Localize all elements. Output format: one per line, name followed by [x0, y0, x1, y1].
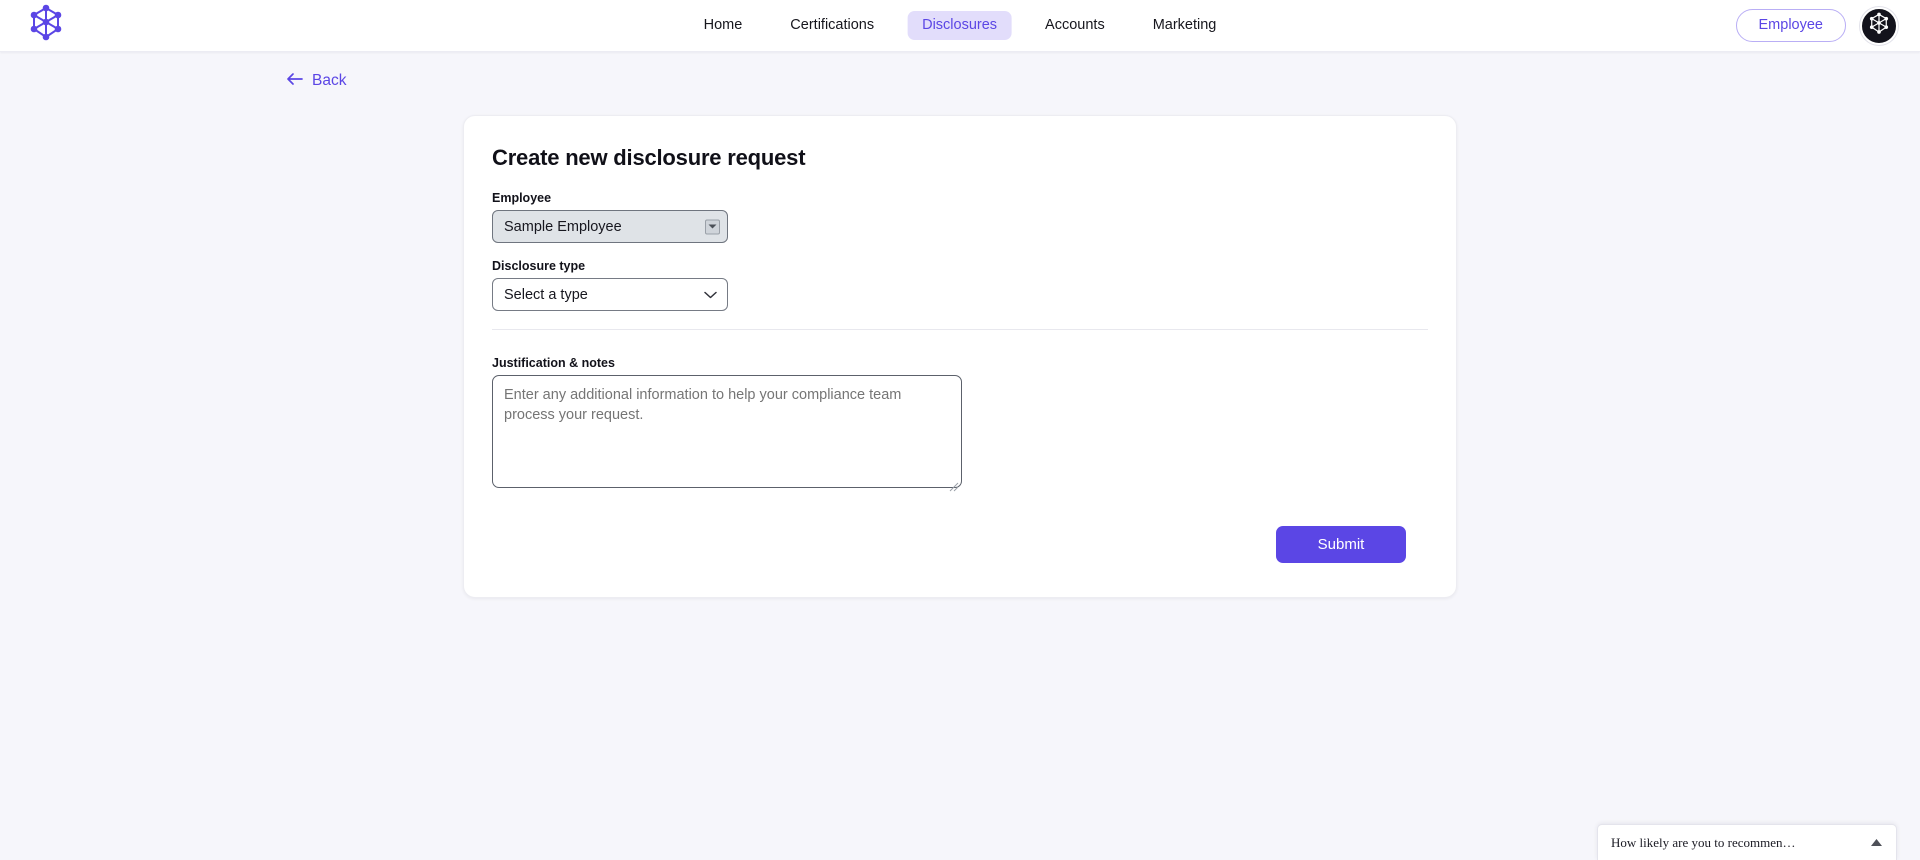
nps-survey-widget[interactable]: How likely are you to recommen…	[1597, 824, 1897, 860]
app-logo[interactable]	[26, 4, 66, 47]
nav-right-cluster: Employee	[1735, 6, 1898, 45]
back-link[interactable]: Back	[286, 72, 346, 90]
network-graph-logo-icon	[28, 4, 64, 47]
nav-item-disclosures[interactable]: Disclosures	[907, 11, 1013, 40]
page-content: Back Create new disclosure request Emplo…	[0, 52, 1920, 860]
chevron-down-icon	[704, 291, 717, 299]
disclosure-type-field-group: Disclosure type Select a type	[492, 259, 1428, 311]
create-disclosure-card: Create new disclosure request Employee S…	[463, 115, 1457, 598]
justification-textarea[interactable]	[492, 375, 962, 488]
employee-field-group: Employee Sample Employee	[492, 191, 1428, 243]
dropdown-arrow-icon	[705, 219, 720, 234]
nav-item-marketing[interactable]: Marketing	[1138, 11, 1232, 40]
employee-role-button[interactable]: Employee	[1735, 9, 1846, 42]
employee-select[interactable]: Sample Employee	[492, 210, 728, 243]
back-row: Back	[0, 52, 1920, 91]
top-navigation-bar: Home Certifications Disclosures Accounts…	[0, 0, 1920, 52]
employee-field-label: Employee	[492, 191, 552, 205]
avatar[interactable]	[1860, 6, 1898, 45]
back-link-label: Back	[312, 72, 347, 89]
avatar-logo-icon	[1868, 12, 1890, 40]
page-title: Create new disclosure request	[492, 145, 806, 170]
nav-item-accounts[interactable]: Accounts	[1030, 11, 1120, 40]
submit-row: Submit	[492, 526, 1428, 563]
section-divider	[492, 329, 1428, 330]
nps-question-text: How likely are you to recommen…	[1611, 834, 1796, 850]
caret-up-icon[interactable]	[1870, 838, 1883, 847]
primary-nav-links: Home Certifications Disclosures Accounts…	[689, 11, 1232, 40]
disclosure-type-select[interactable]: Select a type	[492, 278, 728, 311]
justification-field-label: Justification & notes	[492, 356, 615, 370]
justification-field-group: Justification & notes	[492, 356, 1428, 493]
disclosure-type-field-label: Disclosure type	[492, 259, 586, 273]
disclosure-type-select-value: Select a type	[504, 286, 588, 303]
nav-item-certifications[interactable]: Certifications	[775, 11, 889, 40]
employee-select-value: Sample Employee	[504, 218, 622, 235]
justification-textarea-wrap	[492, 375, 962, 493]
submit-button[interactable]: Submit	[1276, 526, 1406, 563]
arrow-left-icon	[286, 72, 303, 90]
nav-item-home[interactable]: Home	[689, 11, 758, 40]
